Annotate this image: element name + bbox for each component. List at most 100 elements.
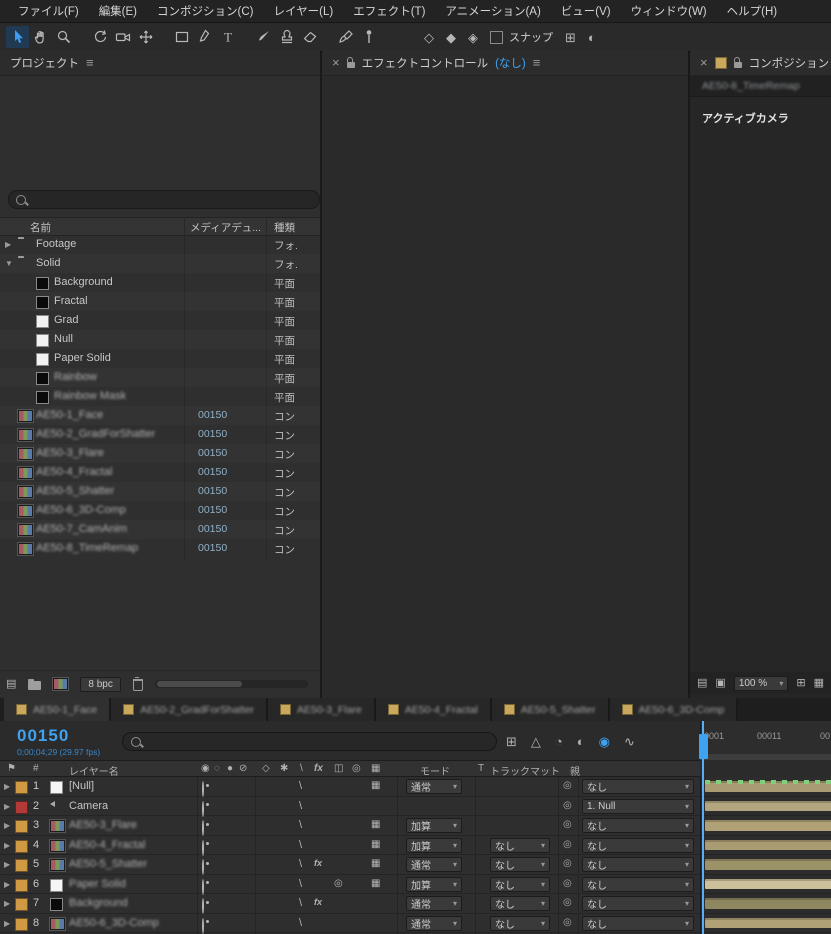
track-matte-dropdown[interactable]: なし ▾ xyxy=(490,837,550,853)
parent-dropdown[interactable]: 1. Null ▾ xyxy=(582,798,694,814)
project-row[interactable]: Rainbow Mask 平面 xyxy=(0,387,320,406)
layer-expand-arrow[interactable]: ▶ xyxy=(4,782,10,791)
project-tab-label[interactable]: プロジェクト xyxy=(10,55,79,71)
project-search-box[interactable] xyxy=(8,190,320,209)
eye-icon[interactable] xyxy=(202,898,204,914)
column-mode[interactable]: モード xyxy=(420,763,450,778)
timeline-layer-row[interactable]: ▶ 6 Paper Solid \ fx ◎ ▦ 加算▾ なし▾ ◎ なし▾ xyxy=(0,875,700,895)
3d-switch[interactable]: ▦ xyxy=(371,819,380,830)
parent-pickwhip-icon[interactable]: ◎ xyxy=(563,819,572,830)
timeline-tab[interactable]: AE50-1_Face xyxy=(4,698,112,721)
trash-icon[interactable] xyxy=(132,676,143,691)
mode-dropdown[interactable]: 通常 ▾ xyxy=(406,857,462,872)
layer-name[interactable]: AE50-4_Fractal xyxy=(69,839,145,851)
parent-pickwhip-icon[interactable]: ◎ xyxy=(563,858,572,869)
timeline-tab[interactable]: AE50-3_Flare xyxy=(268,698,376,721)
item-name[interactable]: AE50-8_TimeRemap xyxy=(36,542,138,554)
parent-pickwhip-icon[interactable]: ◎ xyxy=(563,897,572,908)
item-name[interactable]: Footage xyxy=(36,238,76,250)
menu-item[interactable]: ビュー(V) xyxy=(551,3,621,19)
layer-name[interactable]: AE50-6_3D-Comp xyxy=(69,917,159,929)
column-t[interactable]: T xyxy=(478,763,484,774)
disclosure-arrow[interactable]: ▼ xyxy=(5,259,13,268)
eye-icon[interactable] xyxy=(202,800,204,817)
layer-track[interactable] xyxy=(701,816,831,836)
quality-switch[interactable]: \ xyxy=(299,839,302,851)
item-name[interactable]: AE50-5_Shatter xyxy=(36,485,114,497)
parent-dropdown[interactable]: なし ▾ xyxy=(582,896,694,911)
eye-icon[interactable] xyxy=(202,859,204,875)
parent-pickwhip-icon[interactable]: ◎ xyxy=(563,878,572,889)
quality-switch[interactable]: \ xyxy=(299,858,302,870)
item-name[interactable]: AE50-2_GradForShatter xyxy=(36,428,155,440)
layer-duration-bar[interactable] xyxy=(705,898,831,909)
project-row[interactable]: Grad 平面 xyxy=(0,311,320,330)
close-icon[interactable]: × xyxy=(332,55,340,70)
motion-blur-icon[interactable]: ◉ xyxy=(599,734,610,749)
layer-label-chip[interactable] xyxy=(15,820,28,833)
timeline-tab[interactable]: AE50-2_GradForShatter xyxy=(111,698,269,721)
menu-item[interactable]: レイヤー(L) xyxy=(264,3,344,19)
parent-pickwhip-icon[interactable]: ◎ xyxy=(563,839,572,850)
layer-expand-arrow[interactable]: ▶ xyxy=(4,841,10,850)
menu-item[interactable]: エフェクト(T) xyxy=(343,3,435,19)
shy-layers-icon[interactable]: ◔ xyxy=(555,734,563,749)
lock-icon[interactable] xyxy=(346,57,355,68)
item-name[interactable]: Paper Solid xyxy=(54,352,111,364)
layer-track[interactable] xyxy=(701,797,831,816)
toggle-viewer-icon[interactable]: ▤ xyxy=(697,677,707,690)
mode-dropdown[interactable]: 通常 ▾ xyxy=(406,896,462,911)
item-name[interactable]: AE50-7_CamAnim xyxy=(36,523,127,535)
menu-item[interactable]: ウィンドウ(W) xyxy=(621,3,717,19)
layer-label-chip[interactable] xyxy=(15,839,28,853)
panel-menu-icon[interactable]: ≡ xyxy=(86,55,94,70)
mode-dropdown[interactable]: 通常 ▾ xyxy=(406,779,462,794)
current-time-display[interactable]: 00150 xyxy=(17,726,69,746)
item-name[interactable]: Background xyxy=(54,276,113,288)
layer-name[interactable]: Background xyxy=(69,897,128,909)
exposure-icon[interactable]: ▦ xyxy=(814,677,824,690)
parent-pickwhip-icon[interactable]: ◎ xyxy=(563,917,572,928)
composition-name-label[interactable]: AE50-8_TimeRemap xyxy=(702,80,800,92)
brush-tool-icon[interactable] xyxy=(252,26,275,48)
3d-switch[interactable]: ▦ xyxy=(371,839,380,850)
3d-switch[interactable]: ▦ xyxy=(371,780,380,791)
timeline-layer-row[interactable]: ▶ 4 AE50-4_Fractal \ fx ◎ ▦ 加算▾ なし▾ ◎ なし… xyxy=(0,836,700,856)
timeline-layer-row[interactable]: ▶ 8 AE50-6_3D-Comp \ fx ◎ ▦ 通常▾ なし▾ ◎ なし… xyxy=(0,914,700,934)
layer-label-chip[interactable] xyxy=(15,878,28,892)
layer-duration-bar[interactable] xyxy=(705,839,831,850)
project-column-headers[interactable]: 名前 メディアデュ... 種類 xyxy=(0,217,320,236)
lock-icon[interactable] xyxy=(733,57,742,68)
graph-editor-icon[interactable]: ∿ xyxy=(624,734,635,749)
timeline-layer-row[interactable]: ▶ 2 Camera \ fx ◎ ▦ ▾ ▾ ◎ 1. Null▾ xyxy=(0,797,700,817)
quality-switch[interactable]: \ xyxy=(299,897,302,909)
project-row[interactable]: Fractal 平面 xyxy=(0,292,320,311)
active-camera-label[interactable]: アクティブカメラ xyxy=(702,110,789,126)
close-icon[interactable]: × xyxy=(700,55,708,70)
track-matte-dropdown[interactable]: なし ▾ xyxy=(490,876,550,892)
axis-mode-world-icon[interactable]: ◆ xyxy=(446,31,456,44)
track-matte-dropdown[interactable]: なし ▾ xyxy=(490,915,550,931)
eye-icon[interactable] xyxy=(202,781,204,797)
project-flowchart-icon[interactable]: ▤ xyxy=(6,678,16,691)
parent-pickwhip-icon[interactable]: ◎ xyxy=(563,780,572,791)
quality-switch[interactable]: \ xyxy=(299,878,302,890)
project-row[interactable]: AE50-1_Face 00150 コン xyxy=(0,406,320,425)
column-layer-name[interactable]: レイヤー名 xyxy=(69,763,119,778)
layer-expand-arrow[interactable]: ▶ xyxy=(4,919,10,928)
layer-expand-arrow[interactable]: ▶ xyxy=(4,821,10,830)
layer-duration-bar[interactable] xyxy=(705,878,831,889)
layer-track[interactable] xyxy=(701,836,831,855)
quality-switch[interactable]: \ xyxy=(299,780,302,792)
rectangle-tool-icon[interactable] xyxy=(170,26,193,48)
project-row[interactable]: AE50-4_Fractal 00150 コン xyxy=(0,463,320,482)
panel-menu-icon[interactable]: ≡ xyxy=(533,55,541,70)
parent-dropdown[interactable]: なし ▾ xyxy=(582,837,694,853)
parent-dropdown[interactable]: なし ▾ xyxy=(582,876,694,892)
project-row[interactable]: Rainbow 平面 xyxy=(0,368,320,387)
puppet-pin-tool-icon[interactable] xyxy=(357,26,380,48)
roto-brush-tool-icon[interactable] xyxy=(334,26,357,48)
menu-item[interactable]: アニメーション(A) xyxy=(435,3,550,19)
timeline-layer-row[interactable]: ▶ 5 AE50-5_Shatter \ fx ◎ ▦ 通常▾ なし▾ ◎ なし… xyxy=(0,855,700,875)
layer-duration-bar[interactable] xyxy=(705,859,831,870)
